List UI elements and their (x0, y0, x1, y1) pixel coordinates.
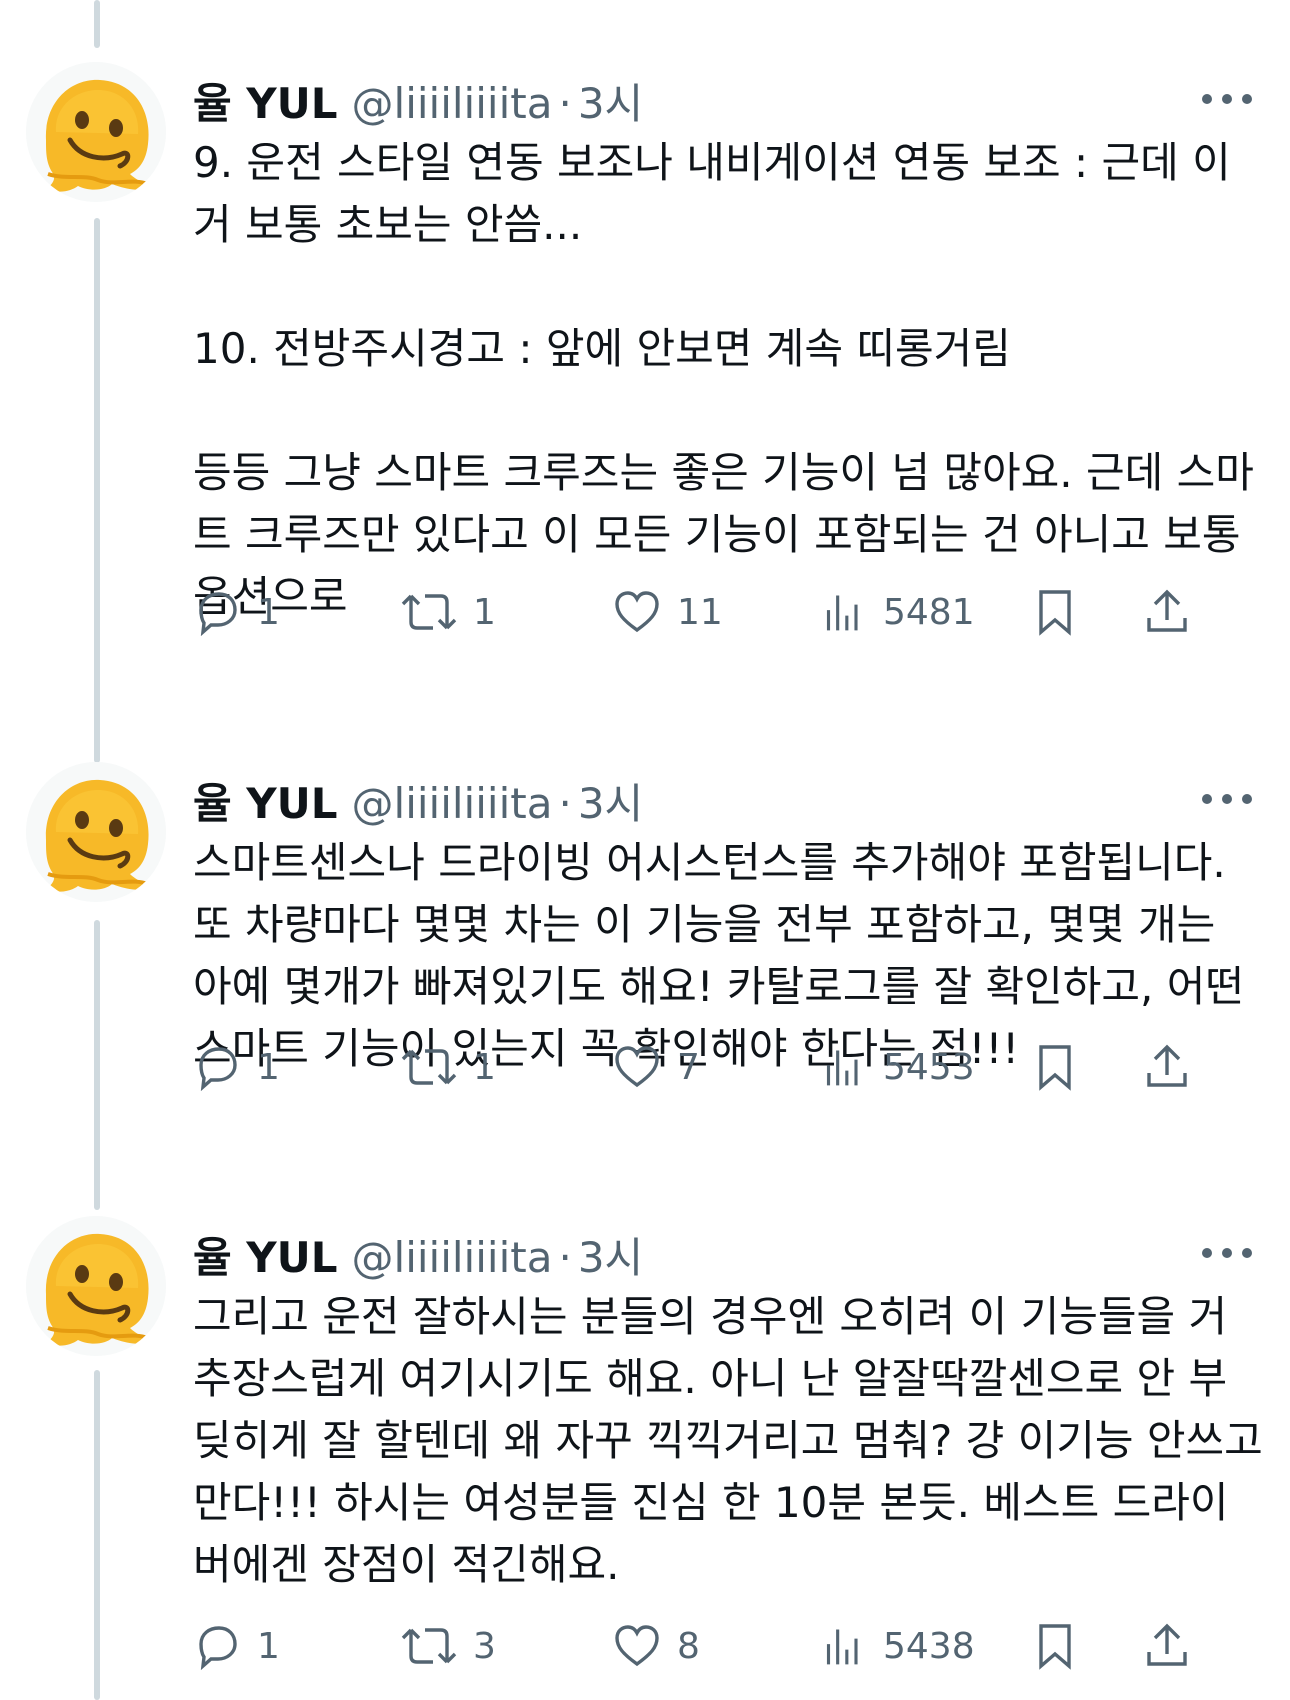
display-name[interactable]: 율 YUL (193, 70, 338, 131)
handle[interactable]: @liiiiliiiita (352, 1233, 553, 1282)
share-icon (1143, 588, 1191, 636)
like-button[interactable]: 8 (613, 1616, 700, 1676)
melting-face-avatar-icon (26, 762, 166, 902)
views-icon (823, 1622, 867, 1670)
tweet-text: 그리고 운전 잘하시는 분들의 경우엔 오히려 이 기능들을 거추장스럽게 여기… (193, 1292, 1277, 1589)
tweet-actions: 1 3 8 5438 (193, 1616, 1263, 1676)
tweet-text: 9. 운전 스타일 연동 보조나 내비게이션 연동 보조 : 근데 이거 보통 … (193, 138, 1254, 621)
bookmark-icon (1031, 1622, 1079, 1670)
reply-count: 1 (257, 591, 280, 633)
share-button[interactable] (1143, 1616, 1191, 1676)
handle[interactable]: @liiiiliiiita (352, 779, 553, 828)
like-count: 8 (677, 1625, 700, 1667)
retweet-button[interactable]: 3 (401, 1616, 496, 1676)
views-button[interactable]: 5438 (823, 1616, 975, 1676)
display-name[interactable]: 율 YUL (193, 770, 338, 831)
tweet-header: 율 YUL @liiiiliiiita · 3시 (193, 70, 643, 130)
views-count: 5481 (883, 591, 975, 633)
avatar[interactable] (26, 62, 166, 202)
tweet-actions: 1 1 7 5453 (193, 1037, 1263, 1097)
share-button[interactable] (1143, 1037, 1191, 1097)
views-icon (823, 1043, 867, 1091)
bookmark-button[interactable] (1031, 582, 1079, 642)
reply-button[interactable]: 1 (193, 1616, 280, 1676)
display-name[interactable]: 율 YUL (193, 1224, 338, 1285)
thread-line-top (94, 0, 100, 48)
melting-face-avatar-icon (26, 62, 166, 202)
share-icon (1143, 1043, 1191, 1091)
reply-count: 1 (257, 1625, 280, 1667)
heart-icon (613, 588, 661, 636)
avatar[interactable] (26, 1216, 166, 1356)
separator: · (558, 1233, 572, 1282)
share-icon (1143, 1622, 1191, 1670)
like-count: 7 (677, 1046, 700, 1088)
retweet-icon (401, 588, 457, 636)
retweet-button[interactable]: 1 (401, 582, 496, 642)
more-icon[interactable] (1202, 84, 1252, 114)
like-button[interactable]: 7 (613, 1037, 700, 1097)
heart-icon (613, 1622, 661, 1670)
heart-icon (613, 1043, 661, 1091)
more-icon[interactable] (1202, 784, 1252, 814)
thread-line-3 (94, 1370, 100, 1700)
retweet-count: 1 (473, 1046, 496, 1088)
tweet-header: 율 YUL @liiiiliiiita · 3시 (193, 770, 643, 830)
views-button[interactable]: 5481 (823, 582, 975, 642)
views-count: 5453 (883, 1046, 975, 1088)
retweet-count: 3 (473, 1625, 496, 1667)
melting-face-avatar-icon (26, 1216, 166, 1356)
separator: · (558, 79, 572, 128)
separator: · (558, 779, 572, 828)
like-count: 11 (677, 591, 723, 633)
tweet-header: 율 YUL @liiiiliiiita · 3시 (193, 1224, 643, 1284)
thread-line-2 (94, 920, 100, 1210)
tweet-actions: 1 1 11 5481 (193, 582, 1263, 642)
views-count: 5438 (883, 1625, 975, 1667)
reply-count: 1 (257, 1046, 280, 1088)
avatar[interactable] (26, 762, 166, 902)
timestamp[interactable]: 3시 (578, 1224, 643, 1285)
timestamp[interactable]: 3시 (578, 70, 643, 131)
retweet-button[interactable]: 1 (401, 1037, 496, 1097)
reply-icon (193, 1622, 241, 1670)
more-icon[interactable] (1202, 1238, 1252, 1268)
reply-button[interactable]: 1 (193, 582, 280, 642)
reply-icon (193, 1043, 241, 1091)
like-button[interactable]: 11 (613, 582, 723, 642)
share-button[interactable] (1143, 582, 1191, 642)
reply-icon (193, 588, 241, 636)
timestamp[interactable]: 3시 (578, 770, 643, 831)
thread-line-1 (94, 218, 100, 763)
views-button[interactable]: 5453 (823, 1037, 975, 1097)
bookmark-icon (1031, 1043, 1079, 1091)
retweet-count: 1 (473, 591, 496, 633)
views-icon (823, 588, 867, 636)
bookmark-button[interactable] (1031, 1616, 1079, 1676)
handle[interactable]: @liiiiliiiita (352, 79, 553, 128)
retweet-icon (401, 1043, 457, 1091)
retweet-icon (401, 1622, 457, 1670)
reply-button[interactable]: 1 (193, 1037, 280, 1097)
bookmark-button[interactable] (1031, 1037, 1079, 1097)
bookmark-icon (1031, 588, 1079, 636)
